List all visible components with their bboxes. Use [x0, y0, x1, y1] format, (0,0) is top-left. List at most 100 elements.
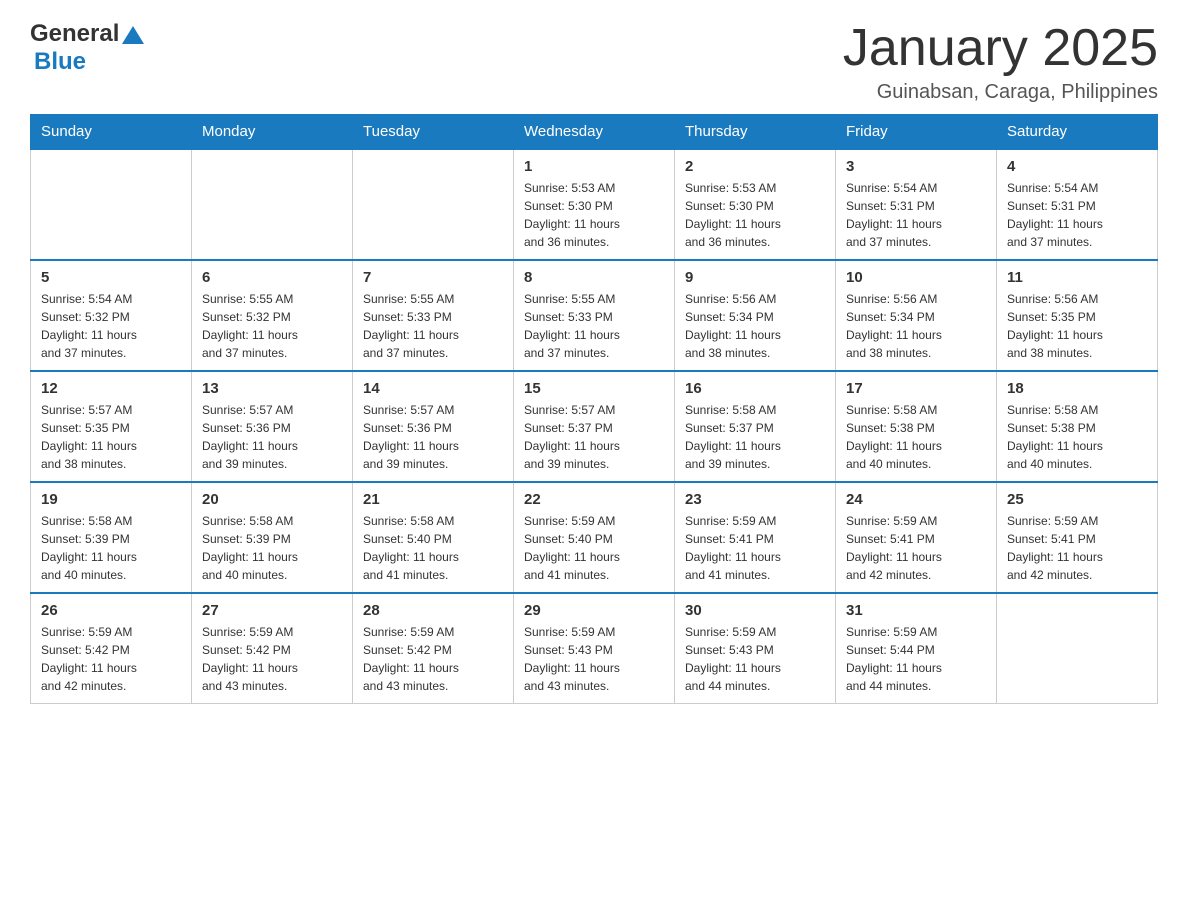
day-number: 14: [363, 380, 503, 397]
day-number: 29: [524, 602, 664, 619]
day-info: Sunrise: 5:57 AMSunset: 5:35 PMDaylight:…: [41, 401, 181, 473]
day-number: 4: [1007, 158, 1147, 175]
calendar-cell: 15Sunrise: 5:57 AMSunset: 5:37 PMDayligh…: [514, 371, 675, 482]
calendar-cell: [31, 149, 192, 260]
day-number: 11: [1007, 269, 1147, 286]
calendar-cell: 20 Sunrise: 5:58 AMSunset: 5:39 PMDayligh…: [192, 482, 353, 593]
calendar-cell: 29 Sunrise: 5:59 AMSunset: 5:43 PMDayligh…: [514, 593, 675, 704]
day-info: Sunrise: 5:59 AMSunset: 5:41 PMDaylight:…: [1007, 512, 1147, 584]
day-info: Sunrise: 5:54 AMSunset: 5:31 PMDaylight:…: [1007, 179, 1147, 251]
calendar-week-row: 12 Sunrise: 5:57 AMSunset: 5:35 PMDayligh…: [31, 371, 1158, 482]
calendar-cell: 24 Sunrise: 5:59 AMSunset: 5:41 PMDayligh…: [836, 482, 997, 593]
calendar-cell: 9Sunrise: 5:56 AMSunset: 5:34 PMDaylight…: [675, 260, 836, 371]
day-number: 13: [202, 380, 342, 397]
calendar-cell: [353, 149, 514, 260]
calendar-week-row: 19Sunrise: 5:58 AMSunset: 5:39 PMDayligh…: [31, 482, 1158, 593]
day-info: Sunrise: 5:55 AMSunset: 5:33 PMDaylight:…: [524, 290, 664, 362]
calendar-cell: 17Sunrise: 5:58 AMSunset: 5:38 PMDayligh…: [836, 371, 997, 482]
day-info: Sunrise: 5:59 AMSunset: 5:42 PMDaylight:…: [41, 623, 181, 695]
calendar-cell: 6 Sunrise: 5:55 AMSunset: 5:32 PMDaylight…: [192, 260, 353, 371]
calendar-cell: 26 Sunrise: 5:59 AMSunset: 5:42 PMDayligh…: [31, 593, 192, 704]
day-info: Sunrise: 5:56 AMSunset: 5:34 PMDaylight:…: [685, 290, 825, 362]
logo-triangle-icon: [122, 24, 144, 46]
day-number: 16: [685, 380, 825, 397]
day-number: 26: [41, 602, 181, 619]
day-info: Sunrise: 5:56 AMSunset: 5:34 PMDaylight:…: [846, 290, 986, 362]
calendar-day-header: Tuesday: [353, 115, 514, 150]
day-info: Sunrise: 5:55 AMSunset: 5:32 PMDaylight:…: [202, 290, 342, 362]
day-info: Sunrise: 5:58 AMSunset: 5:40 PMDaylight:…: [363, 512, 503, 584]
page-header: General Blue January 2025 Guinabsan, Car…: [30, 20, 1158, 104]
calendar-cell: 16 Sunrise: 5:58 AMSunset: 5:37 PMDayligh…: [675, 371, 836, 482]
day-info: Sunrise: 5:59 AMSunset: 5:41 PMDaylight:…: [846, 512, 986, 584]
calendar-week-row: 26 Sunrise: 5:59 AMSunset: 5:42 PMDayligh…: [31, 593, 1158, 704]
calendar-cell: 18 Sunrise: 5:58 AMSunset: 5:38 PMDayligh…: [997, 371, 1158, 482]
day-info: Sunrise: 5:57 AMSunset: 5:36 PMDaylight:…: [363, 401, 503, 473]
day-info: Sunrise: 5:56 AMSunset: 5:35 PMDaylight:…: [1007, 290, 1147, 362]
day-info: Sunrise: 5:59 AMSunset: 5:41 PMDaylight:…: [685, 512, 825, 584]
day-info: Sunrise: 5:53 AMSunset: 5:30 PMDaylight:…: [685, 179, 825, 251]
day-number: 20: [202, 491, 342, 508]
day-number: 1: [524, 158, 664, 175]
logo-blue-text: Blue: [34, 48, 86, 75]
title-area: January 2025 Guinabsan, Caraga, Philippi…: [843, 20, 1158, 104]
day-number: 25: [1007, 491, 1147, 508]
calendar-day-header: Saturday: [997, 115, 1158, 150]
calendar-day-header: Wednesday: [514, 115, 675, 150]
day-number: 17: [846, 380, 986, 397]
calendar-cell: [192, 149, 353, 260]
month-title: January 2025: [843, 20, 1158, 77]
logo-general-text: General: [30, 20, 119, 48]
calendar-cell: 31 Sunrise: 5:59 AMSunset: 5:44 PMDayligh…: [836, 593, 997, 704]
day-info: Sunrise: 5:58 AMSunset: 5:37 PMDaylight:…: [685, 401, 825, 473]
calendar-cell: 8 Sunrise: 5:55 AMSunset: 5:33 PMDaylight…: [514, 260, 675, 371]
calendar-cell: 30Sunrise: 5:59 AMSunset: 5:43 PMDayligh…: [675, 593, 836, 704]
calendar-cell: 22 Sunrise: 5:59 AMSunset: 5:40 PMDayligh…: [514, 482, 675, 593]
day-info: Sunrise: 5:59 AMSunset: 5:44 PMDaylight:…: [846, 623, 986, 695]
calendar-table: SundayMondayTuesdayWednesdayThursdayFrid…: [30, 114, 1158, 704]
day-number: 27: [202, 602, 342, 619]
day-info: Sunrise: 5:57 AMSunset: 5:36 PMDaylight:…: [202, 401, 342, 473]
logo: General Blue: [30, 20, 144, 76]
calendar-cell: 25 Sunrise: 5:59 AMSunset: 5:41 PMDayligh…: [997, 482, 1158, 593]
calendar-cell: 23 Sunrise: 5:59 AMSunset: 5:41 PMDayligh…: [675, 482, 836, 593]
day-info: Sunrise: 5:59 AMSunset: 5:42 PMDaylight:…: [202, 623, 342, 695]
day-info: Sunrise: 5:59 AMSunset: 5:40 PMDaylight:…: [524, 512, 664, 584]
calendar-cell: 13 Sunrise: 5:57 AMSunset: 5:36 PMDayligh…: [192, 371, 353, 482]
day-number: 5: [41, 269, 181, 286]
day-number: 10: [846, 269, 986, 286]
day-number: 23: [685, 491, 825, 508]
day-number: 6: [202, 269, 342, 286]
day-number: 28: [363, 602, 503, 619]
day-info: Sunrise: 5:53 AMSunset: 5:30 PMDaylight:…: [524, 179, 664, 251]
calendar-cell: 12 Sunrise: 5:57 AMSunset: 5:35 PMDayligh…: [31, 371, 192, 482]
calendar-week-row: 1 Sunrise: 5:53 AMSunset: 5:30 PMDaylight…: [31, 149, 1158, 260]
day-number: 12: [41, 380, 181, 397]
day-number: 8: [524, 269, 664, 286]
calendar-day-header: Friday: [836, 115, 997, 150]
calendar-cell: [997, 593, 1158, 704]
calendar-cell: 10 Sunrise: 5:56 AMSunset: 5:34 PMDayligh…: [836, 260, 997, 371]
day-info: Sunrise: 5:54 AMSunset: 5:31 PMDaylight:…: [846, 179, 986, 251]
day-number: 24: [846, 491, 986, 508]
calendar-cell: 14 Sunrise: 5:57 AMSunset: 5:36 PMDayligh…: [353, 371, 514, 482]
day-info: Sunrise: 5:58 AMSunset: 5:39 PMDaylight:…: [202, 512, 342, 584]
calendar-cell: 19Sunrise: 5:58 AMSunset: 5:39 PMDayligh…: [31, 482, 192, 593]
day-number: 30: [685, 602, 825, 619]
calendar-cell: 27 Sunrise: 5:59 AMSunset: 5:42 PMDayligh…: [192, 593, 353, 704]
day-info: Sunrise: 5:59 AMSunset: 5:42 PMDaylight:…: [363, 623, 503, 695]
day-number: 21: [363, 491, 503, 508]
day-info: Sunrise: 5:58 AMSunset: 5:39 PMDaylight:…: [41, 512, 181, 584]
day-number: 31: [846, 602, 986, 619]
day-number: 15: [524, 380, 664, 397]
calendar-cell: 7Sunrise: 5:55 AMSunset: 5:33 PMDaylight…: [353, 260, 514, 371]
day-info: Sunrise: 5:58 AMSunset: 5:38 PMDaylight:…: [1007, 401, 1147, 473]
calendar-cell: 2Sunrise: 5:53 AMSunset: 5:30 PMDaylight…: [675, 149, 836, 260]
day-info: Sunrise: 5:59 AMSunset: 5:43 PMDaylight:…: [524, 623, 664, 695]
calendar-cell: 1 Sunrise: 5:53 AMSunset: 5:30 PMDaylight…: [514, 149, 675, 260]
location-title: Guinabsan, Caraga, Philippines: [843, 81, 1158, 104]
day-number: 22: [524, 491, 664, 508]
calendar-cell: 28 Sunrise: 5:59 AMSunset: 5:42 PMDayligh…: [353, 593, 514, 704]
day-number: 18: [1007, 380, 1147, 397]
calendar-day-header: Sunday: [31, 115, 192, 150]
